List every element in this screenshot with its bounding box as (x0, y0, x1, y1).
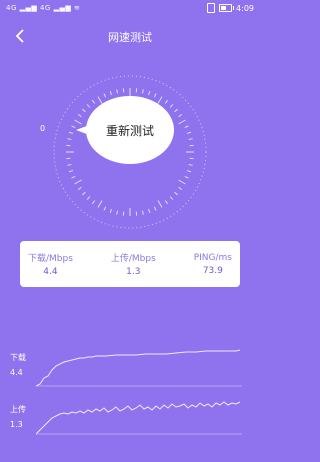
gauge-tick (188, 163, 193, 166)
download-stat: 下载/Mbps 4.4 (28, 241, 73, 287)
gauge-tick (86, 196, 91, 200)
gauge-tick (141, 89, 144, 94)
gauge-tick (164, 200, 169, 205)
gauge-tick (169, 196, 174, 200)
gauge-tick (184, 125, 189, 129)
gauge-tick (178, 186, 183, 191)
status-right: 4:09 (207, 3, 254, 13)
gauge-tick (77, 113, 82, 118)
gauge-tick (97, 96, 103, 104)
gauge-tick (184, 175, 189, 179)
clock: 4:09 (236, 3, 254, 13)
gauge-tick (103, 206, 107, 211)
gauge-tick (82, 191, 86, 196)
gauge-zero-label: 0 (40, 124, 46, 133)
gauge-tick (116, 210, 119, 215)
gauge-tick (71, 125, 76, 129)
gauge-tick (157, 96, 163, 104)
upload-chart-value: 1.3 (10, 420, 23, 429)
gauge-tick (91, 200, 96, 205)
status-bar: 4G ▂▄▆ 4G ▂▄▆ ≋ 4:09 (0, 0, 260, 18)
gauge-tick (178, 119, 186, 125)
gauge-tick (68, 170, 74, 173)
gauge-tick (103, 93, 107, 98)
download-speed-graph (36, 349, 242, 387)
gauge-tick (178, 113, 183, 118)
app-header: 网速测试 (0, 22, 260, 50)
ping-stat: PING/ms 73.9 (194, 241, 232, 287)
download-stat-label: 下载/Mbps (28, 254, 73, 264)
gauge-tick (186, 131, 192, 134)
gauge-tick (67, 138, 72, 141)
gauge-tick (68, 131, 74, 134)
gauge-tick (82, 108, 86, 113)
gauge-tick (188, 138, 193, 141)
gauge-tick (164, 99, 169, 104)
upload-stat-value: 1.3 (126, 267, 141, 277)
gauge-tick (169, 104, 174, 108)
upload-stat: 上传/Mbps 1.3 (111, 241, 156, 287)
retest-button-label: 重新测试 (105, 124, 154, 138)
gauge-tick (77, 186, 82, 191)
download-stat-value: 4.4 (43, 267, 58, 277)
upload-stat-label: 上传/Mbps (110, 254, 156, 264)
gauge-tick (141, 210, 144, 215)
ping-stat-value: 73.9 (202, 265, 223, 276)
gauge-tick (71, 175, 76, 179)
gauge-tick (109, 208, 112, 214)
gauge-tick (153, 206, 157, 211)
gauge-tick (116, 89, 119, 94)
page-title: 网速测试 (108, 31, 152, 44)
upload-chart-label: 上传 (10, 405, 26, 414)
gauge-tick (86, 104, 91, 108)
vibrate-icon (207, 3, 216, 13)
download-chart-value: 4.4 (10, 368, 23, 377)
ping-stat-label: PING/ms (193, 252, 232, 263)
gauge-tick (178, 179, 186, 185)
upload-chart: 上传 1.3 (0, 396, 260, 446)
gauge-tick (74, 179, 82, 185)
gauge-tick (174, 108, 178, 113)
gauge-tick (91, 99, 96, 104)
gauge-tick (148, 208, 151, 214)
gauge-tick (174, 191, 178, 196)
gauge-tick (148, 90, 151, 96)
gauge-tick (153, 93, 157, 98)
gauge-tick (97, 200, 103, 208)
gauge-tick (67, 163, 72, 166)
battery-icon (219, 4, 235, 12)
gauge-tick (157, 200, 163, 208)
download-chart: 下载 4.4 (0, 340, 260, 390)
signal-indicators: 4G ▂▄▆ 4G ▂▄▆ ≋ (6, 4, 81, 12)
gauge-tick (186, 170, 192, 173)
stats-card: 下载/Mbps 4.4 上传/Mbps 1.3 PING/ms 73.9 (20, 241, 240, 287)
download-chart-label: 下载 (10, 353, 26, 362)
retest-button[interactable]: 重新测试 (76, 96, 174, 164)
upload-speed-graph (36, 401, 242, 435)
gauge-tick (109, 90, 112, 96)
